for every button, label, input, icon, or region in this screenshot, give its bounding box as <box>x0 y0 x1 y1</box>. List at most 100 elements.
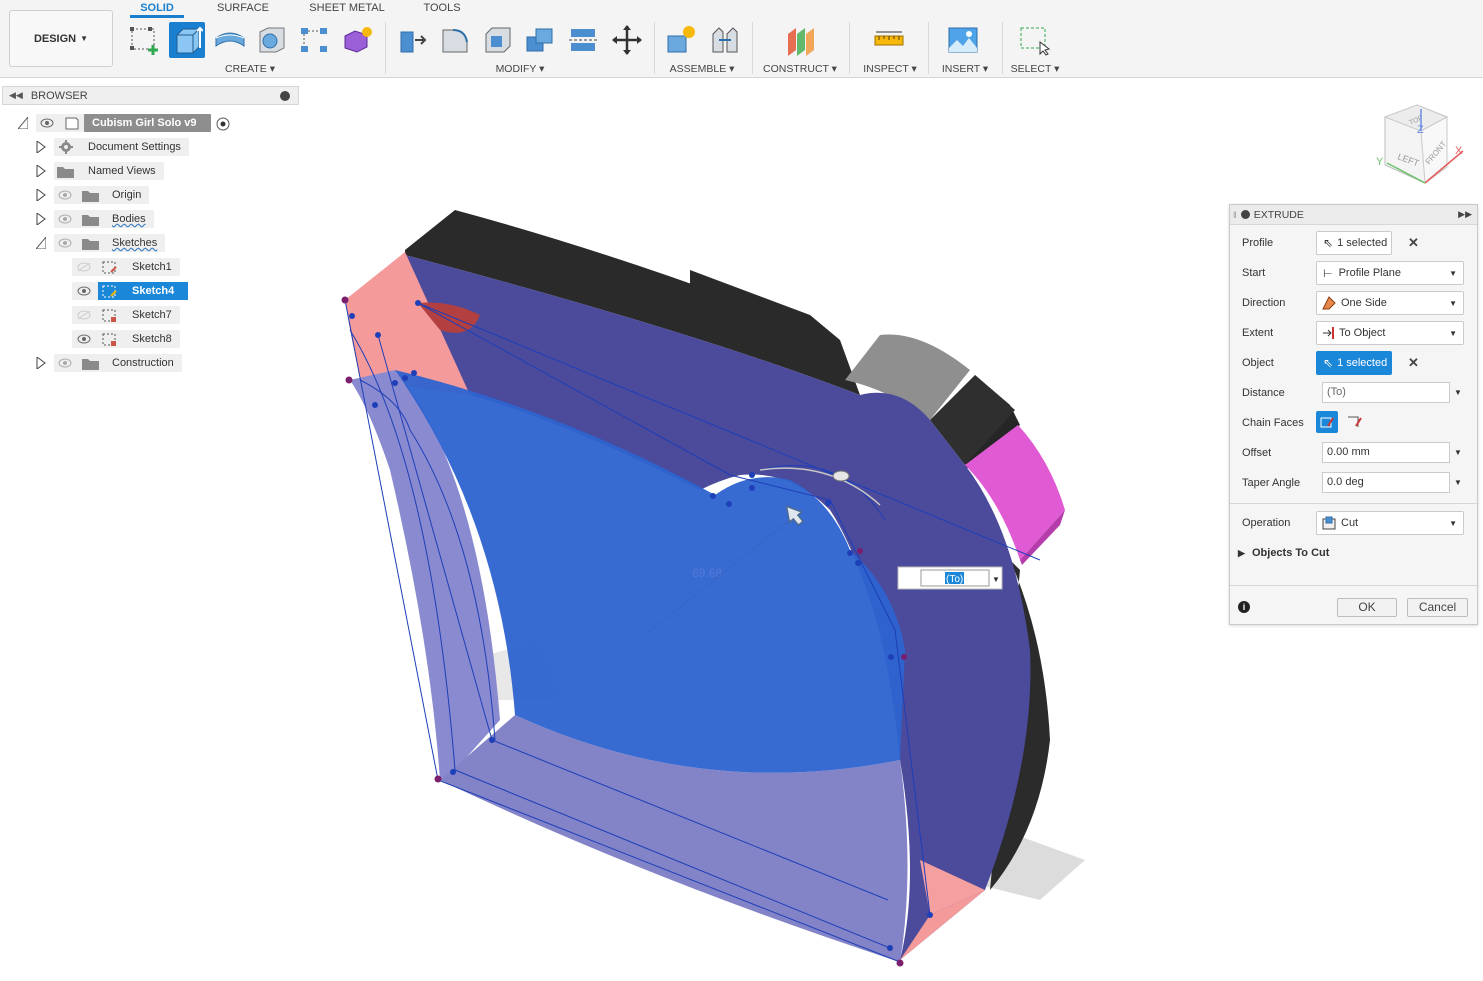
create-form-button[interactable] <box>339 22 375 58</box>
tab-sheet-metal[interactable]: SHEET METAL <box>305 0 389 16</box>
axis-x-label: X <box>1455 145 1463 157</box>
modify-menu-label: MODIFY <box>495 63 537 75</box>
expand-dialog-icon[interactable]: ▶▶ <box>1458 209 1472 220</box>
chevron-down-icon[interactable]: ▼ <box>1454 388 1462 397</box>
folder-icon <box>82 215 99 226</box>
sketch-icon <box>102 285 117 298</box>
collapsed-triangle-icon <box>36 357 46 369</box>
tree-item-label: Sketch1 <box>124 258 180 276</box>
revolve-button[interactable] <box>212 22 248 58</box>
combine-button[interactable] <box>522 22 558 58</box>
radio-active-icon <box>216 117 230 131</box>
collapse-dialog-icon[interactable] <box>1240 210 1250 219</box>
insert-menu-label: INSERT <box>941 63 980 75</box>
chevron-down-icon: ▼ <box>80 34 89 43</box>
create-sketch-button[interactable] <box>126 22 162 58</box>
profile-selector[interactable]: ⇖ 1 selected <box>1316 231 1392 255</box>
operation-label: Operation <box>1242 517 1291 529</box>
create-sketch-icon <box>130 27 158 55</box>
offset-plane-button[interactable] <box>782 22 818 58</box>
taper-angle-input[interactable]: 0.0 deg <box>1322 472 1450 493</box>
extent-dropdown[interactable]: To Object ▼ <box>1316 321 1464 345</box>
modify-menu[interactable]: MODIFY ▾ <box>480 62 560 76</box>
extrude-dialog: ‖ EXTRUDE ▶▶ Profile ⇖ 1 selected ✕ Star… <box>1229 204 1479 625</box>
joint-button[interactable] <box>707 22 743 58</box>
select-menu[interactable]: SELECT ▾ <box>995 62 1075 76</box>
folder-icon <box>82 191 99 202</box>
offset-input[interactable]: 0.00 mm <box>1322 442 1450 463</box>
extrude-dialog-header[interactable]: ‖ EXTRUDE ▶▶ <box>1230 205 1477 225</box>
profile-value: 1 selected <box>1337 237 1388 249</box>
eye-hidden-icon <box>77 310 91 320</box>
clear-profile-icon[interactable]: ✕ <box>1408 235 1419 251</box>
press-pull-button[interactable] <box>395 22 431 58</box>
browser-title: BROWSER <box>30 89 88 102</box>
chain-faces-icon <box>1320 417 1334 428</box>
collapsed-triangle-icon <box>36 165 46 177</box>
eye-icon <box>40 118 54 128</box>
inspect-menu-label: INSPECT <box>863 63 909 75</box>
window-select-icon <box>1020 27 1050 56</box>
tab-tools[interactable]: TOOLS <box>417 0 467 16</box>
select-arrow-icon: ⇖ <box>1323 356 1334 370</box>
direction-label: Direction <box>1242 297 1286 309</box>
inspect-menu[interactable]: INSPECT ▾ <box>850 62 930 76</box>
hole-button[interactable] <box>254 22 290 58</box>
tree-item-label: Origin <box>104 186 150 204</box>
direction-dropdown[interactable]: One Side ▼ <box>1316 291 1464 315</box>
extent-label: Extent <box>1242 327 1274 339</box>
operation-dropdown[interactable]: Cut ▼ <box>1316 511 1464 535</box>
clear-object-icon[interactable]: ✕ <box>1408 355 1419 371</box>
no-chain-faces-icon <box>1348 416 1362 427</box>
measure-icon <box>874 31 904 46</box>
object-value: 1 selected <box>1337 357 1388 369</box>
create-menu[interactable]: CREATE ▾ <box>210 62 290 76</box>
info-icon[interactable]: i <box>1238 601 1250 613</box>
distance-input[interactable]: (To) <box>1322 382 1450 403</box>
objects-to-cut-label: Objects To Cut <box>1251 547 1330 559</box>
eye-icon <box>77 286 91 296</box>
chevron-down-icon: ▼ <box>1449 299 1457 308</box>
new-component-button[interactable] <box>663 22 699 58</box>
collapse-panel-icon[interactable]: ◀◀ <box>9 90 23 101</box>
assemble-menu[interactable]: ASSEMBLE ▾ <box>662 62 742 76</box>
chevron-down-icon[interactable]: ▼ <box>1454 448 1462 457</box>
objects-to-cut-section[interactable]: ▶ Objects To Cut <box>1238 547 1329 559</box>
move-icon <box>612 25 642 55</box>
start-dropdown[interactable]: ⊢ Profile Plane ▼ <box>1316 261 1464 285</box>
object-selector[interactable]: ⇖ 1 selected <box>1316 351 1392 375</box>
tree-item-label: Document Settings <box>80 138 189 156</box>
chain-faces-label: Chain Faces <box>1242 417 1304 429</box>
move-copy-button[interactable] <box>609 22 645 58</box>
chain-faces-off-toggle[interactable] <box>1344 411 1366 433</box>
profile-label: Profile <box>1242 237 1274 249</box>
measure-button[interactable] <box>871 22 907 58</box>
shell-button[interactable] <box>480 22 516 58</box>
drag-handle-icon[interactable]: ‖ <box>1233 210 1237 220</box>
fillet-button[interactable] <box>437 22 473 58</box>
one-side-icon <box>1322 296 1336 310</box>
select-button[interactable] <box>1016 22 1052 58</box>
chevron-down-icon[interactable]: ▼ <box>1454 478 1462 487</box>
tab-surface[interactable]: SURFACE <box>212 0 274 16</box>
cut-icon <box>1322 516 1336 530</box>
construct-menu[interactable]: CONSTRUCT ▾ <box>760 62 840 76</box>
cancel-button[interactable]: Cancel <box>1407 598 1468 617</box>
tree-item-label: Sketch7 <box>124 306 180 324</box>
split-body-button[interactable] <box>565 22 601 58</box>
tree-item-label: Bodies <box>104 210 154 228</box>
design-workspace-button[interactable]: DESIGN ▼ <box>9 10 113 67</box>
chain-faces-on-toggle[interactable] <box>1316 411 1338 433</box>
ok-button[interactable]: OK <box>1337 598 1397 617</box>
extrude-button[interactable] <box>169 22 205 58</box>
toolbar-divider <box>385 22 386 74</box>
minimize-icon[interactable] <box>280 91 290 101</box>
document-icon <box>65 117 79 130</box>
view-cube: TOP LEFT FRONT X Y Z <box>1376 104 1464 184</box>
tab-solid[interactable]: SOLID <box>130 0 184 16</box>
tree-item-label: Sketch4 <box>132 285 175 297</box>
insert-menu[interactable]: INSERT ▾ <box>925 62 1005 76</box>
collapsed-triangle-icon <box>36 141 46 153</box>
insert-canvas-button[interactable] <box>945 22 981 58</box>
pattern-button[interactable] <box>296 22 332 58</box>
